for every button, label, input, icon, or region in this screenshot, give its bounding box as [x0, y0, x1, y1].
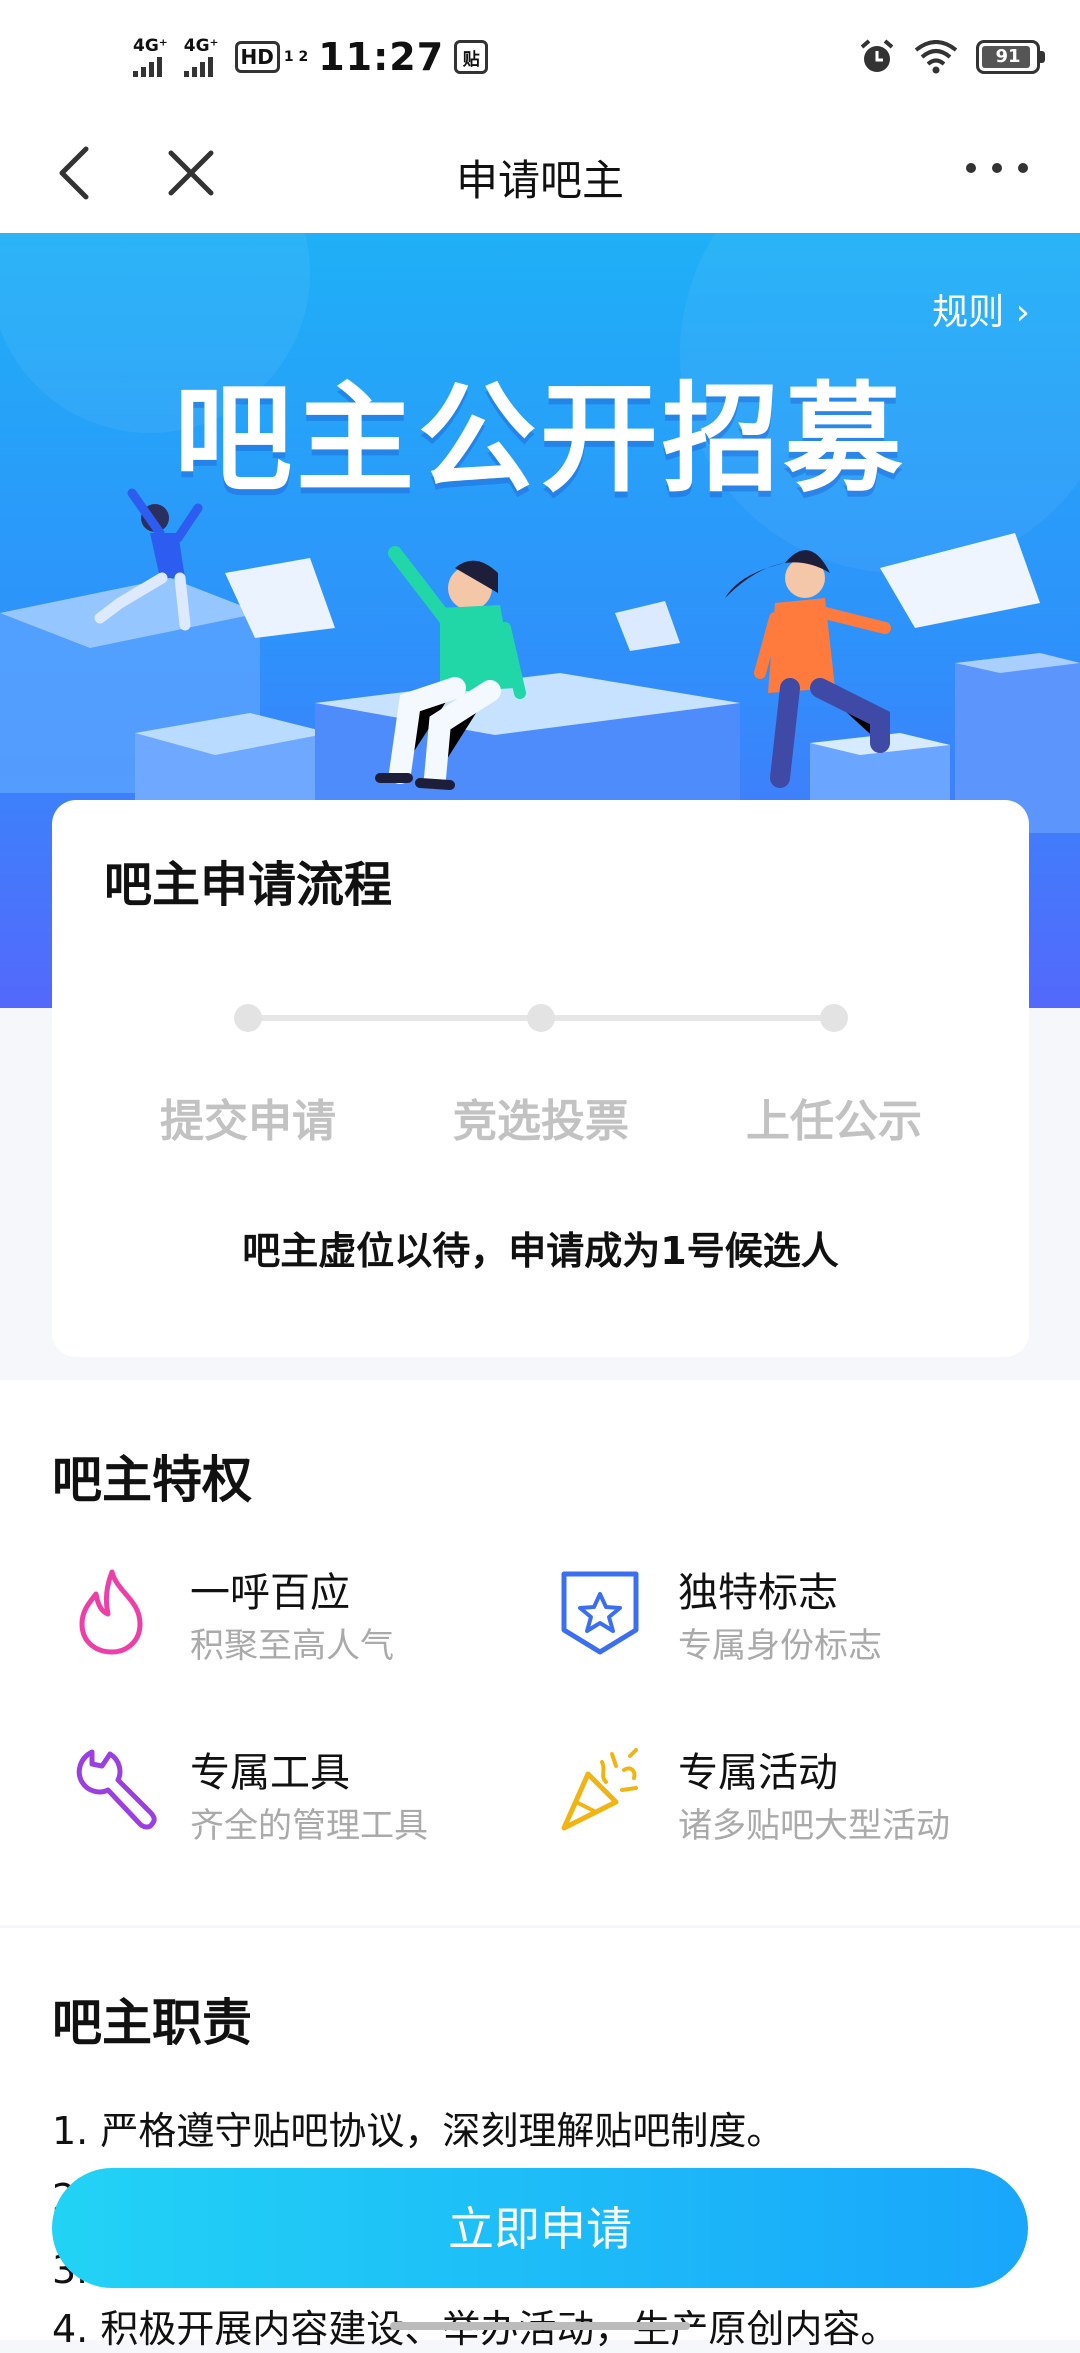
process-note: 吧主虚位以待，申请成为1号候选人 — [242, 1229, 839, 1273]
star-badge-icon — [561, 1571, 639, 1655]
status-time: 11:27 — [318, 35, 445, 79]
duty-item: 1. 严格遵守贴吧协议，深刻理解贴吧制度。 — [52, 2109, 785, 2153]
step-label-submit: 提交申请 — [160, 1096, 336, 1147]
step-dot-2 — [527, 1004, 555, 1032]
step-label-announce: 上任公示 — [746, 1096, 922, 1147]
wifi-icon — [914, 40, 958, 74]
privileges-section: 吧主特权 一呼百应 积聚至高人气 独特标志 专属身份标志 专属工具 齐全的管理工… — [0, 1380, 1080, 1925]
privilege-item: 专属活动 诸多贴吧大型活动 — [550, 1740, 1010, 1850]
signal-icon-2: 4G⁺ — [183, 37, 219, 77]
status-bar: 4G⁺ 4G⁺ HD 1 2 11:27 贴 91 — [0, 0, 1080, 115]
privileges-title: 吧主特权 — [52, 1451, 252, 1509]
party-popper-icon — [561, 1748, 638, 1831]
step-dot-1 — [234, 1004, 262, 1032]
more-options-icon[interactable] — [966, 163, 1028, 173]
privilege-item: 专属工具 齐全的管理工具 — [62, 1740, 522, 1850]
nav-bar: 申请吧主 — [0, 115, 1080, 233]
privilege-item: 独特标志 专属身份标志 — [550, 1560, 1010, 1670]
wrench-icon — [76, 1749, 157, 1830]
signal-icon-1: 4G⁺ — [133, 37, 168, 77]
hero-title: 吧主公开招募 — [173, 370, 906, 508]
battery-icon: 91 — [976, 40, 1045, 74]
rules-link[interactable]: 规则 › — [932, 283, 1030, 335]
tieba-notification-icon: 贴 — [454, 40, 489, 74]
flame-icon — [79, 1569, 143, 1655]
privilege-item: 一呼百应 积聚至高人气 — [62, 1560, 522, 1670]
duties-title: 吧主职责 — [52, 1994, 252, 2052]
hd-sim-label: 1 2 — [283, 49, 309, 65]
step-dot-3 — [820, 1004, 848, 1032]
apply-now-button[interactable]: 立即申请 — [52, 2168, 1028, 2288]
step-label-vote: 竞选投票 — [453, 1096, 629, 1147]
hd-voice-icon: HD — [234, 41, 280, 73]
alarm-icon — [860, 39, 894, 72]
process-card: 吧主申请流程 提交申请 竞选投票 上任公示 吧主虚位以待，申请成为1号候选人 — [52, 800, 1029, 1357]
home-indicator[interactable] — [390, 2322, 690, 2330]
process-title: 吧主申请流程 — [104, 857, 393, 913]
page-title: 申请吧主 — [455, 156, 624, 205]
